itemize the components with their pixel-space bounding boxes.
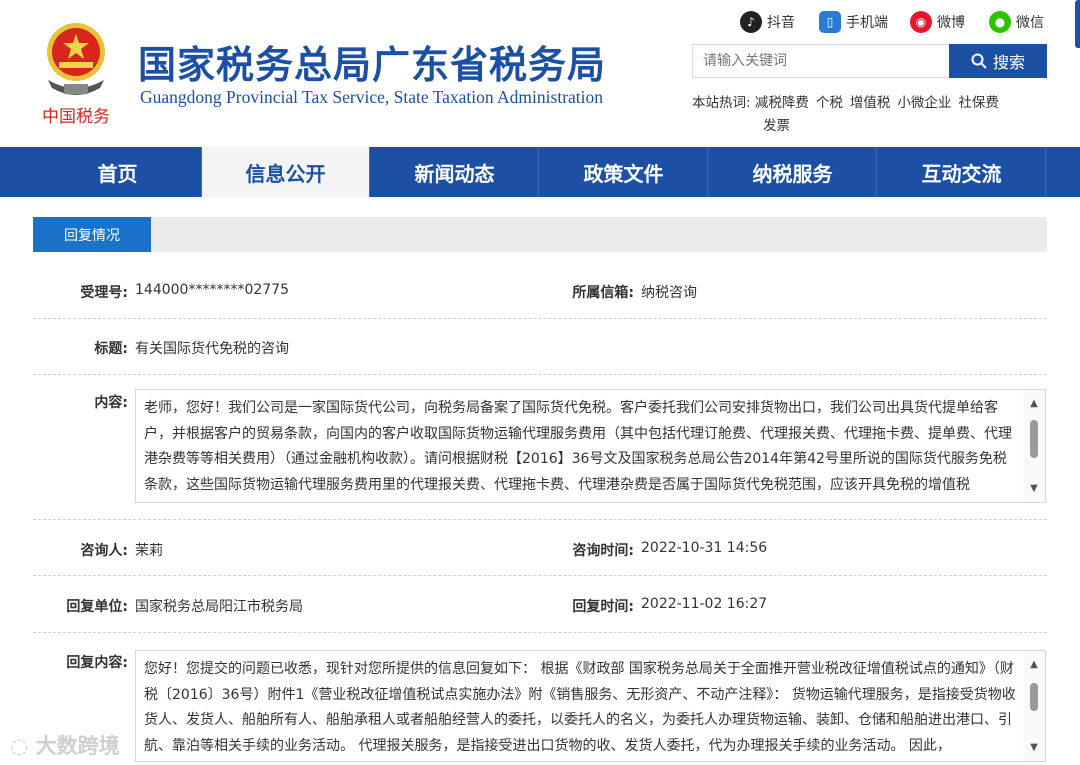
hot-word-link[interactable]: 社保费 (958, 95, 999, 111)
asker-value: 茉莉 (135, 543, 163, 559)
acceptance-no-value: 144000********02775 (135, 282, 289, 298)
title-label: 标题: (94, 341, 128, 357)
tab-reply-status[interactable]: 回复情况 (33, 217, 151, 252)
content-textarea[interactable]: 老师，您好！我们公司是一家国际货代公司，向税务局备案了国际货代免税。客户委托我们… (135, 389, 1046, 503)
reply-content-textarea[interactable]: 您好！您提交的问题已收悉，现针对您所提供的信息回复如下： 根据《财政部 国家税务… (135, 650, 1046, 762)
side-float-tab[interactable] (1075, 0, 1080, 48)
reply-content-text: 您好！您提交的问题已收悉，现针对您所提供的信息回复如下： 根据《财政部 国家税务… (144, 661, 1016, 754)
social-douyin-link[interactable]: ♪ 抖音 (740, 10, 795, 34)
search-button[interactable]: 搜索 (949, 44, 1047, 78)
site-subtitle: Guangdong Provincial Tax Service, State … (140, 87, 604, 107)
search-input[interactable] (692, 44, 948, 78)
hot-words-label: 本站热词: (692, 95, 751, 111)
reply-content-label: 回复内容: (66, 655, 128, 671)
nav-item-news[interactable]: 新闻动态 (371, 147, 539, 197)
scroll-down-icon[interactable]: ▼ (1023, 483, 1045, 494)
nav-item-policy[interactable]: 政策文件 (540, 147, 708, 197)
title-value: 有关国际货代免税的咨询 (135, 341, 289, 357)
site-header: 中国税务 国家税务总局广东省税务局 Guangdong Provincial T… (0, 0, 1080, 147)
asker-label: 咨询人: (80, 543, 128, 559)
social-mobile-link[interactable]: ▯ 手机端 (819, 10, 888, 34)
reply-unit-label: 回复单位: (66, 599, 128, 615)
section-tabbar: 回复情况 (33, 217, 1047, 252)
nav-item-tax-service[interactable]: 纳税服务 (709, 147, 877, 197)
nav-item-interaction[interactable]: 互动交流 (878, 147, 1046, 197)
reply-scrollbar[interactable]: ▲ ▼ (1023, 651, 1045, 761)
weibo-icon: ◉ (910, 11, 932, 33)
divider (33, 632, 1047, 633)
channel-value: 纳税咨询 (641, 285, 697, 301)
scroll-up-icon[interactable]: ▲ (1023, 398, 1045, 409)
douyin-icon: ♪ (740, 11, 762, 33)
reply-unit-value: 国家税务总局阳江市税务局 (135, 599, 303, 615)
hot-word-link[interactable]: 减税降费 (755, 95, 809, 111)
wechat-icon: ● (989, 11, 1011, 33)
nav-item-info-disclosure[interactable]: 信息公开 (202, 147, 370, 197)
reply-time-value: 2022-11-02 16:27 (641, 596, 768, 612)
channel-label: 所属信箱: (572, 285, 634, 301)
ask-time-value: 2022-10-31 14:56 (641, 540, 768, 556)
search-icon (971, 53, 987, 69)
divider (33, 374, 1047, 375)
hot-word-link[interactable]: 增值税 (850, 95, 891, 111)
content-scrollbar[interactable]: ▲ ▼ (1023, 390, 1045, 502)
hot-word-link[interactable]: 发票 (763, 118, 790, 134)
content-label: 内容: (94, 395, 128, 411)
watermark: ◌ 大数跨境 (10, 734, 120, 758)
acceptance-no-label: 受理号: (80, 285, 128, 301)
reply-time-label: 回复时间: (572, 599, 634, 615)
scroll-up-icon[interactable]: ▲ (1023, 659, 1045, 670)
hot-word-link[interactable]: 个税 (816, 95, 843, 111)
scroll-thumb[interactable] (1030, 420, 1038, 458)
social-weibo-link[interactable]: ◉ 微博 (910, 10, 965, 34)
nav-item-home[interactable]: 首页 (34, 147, 202, 197)
content-text: 老师，您好！我们公司是一家国际货代公司，向税务局备案了国际货代免税。客户委托我们… (144, 400, 1012, 493)
scroll-down-icon[interactable]: ▼ (1023, 742, 1045, 753)
hot-word-link[interactable]: 小微企业 (897, 95, 951, 111)
hot-words: 本站热词: 减税降费 个税 增值税 小微企业 社保费 发票 (692, 92, 1042, 138)
divider (33, 318, 1047, 319)
social-wechat-link[interactable]: ● 微信 (989, 10, 1044, 34)
ask-time-label: 咨询时间: (572, 543, 634, 559)
main-nav: 首页 信息公开 新闻动态 政策文件 纳税服务 互动交流 (0, 147, 1080, 197)
scroll-thumb[interactable] (1030, 683, 1038, 711)
watermark-logo-icon: ◌ (10, 734, 29, 758)
divider (33, 519, 1047, 520)
mobile-icon: ▯ (819, 11, 841, 33)
divider (33, 575, 1047, 576)
site-title: 国家税务总局广东省税务局 (138, 43, 607, 87)
national-emblem-icon: 中国税务 (42, 23, 110, 127)
svg-text:中国税务: 中国税务 (42, 107, 110, 127)
